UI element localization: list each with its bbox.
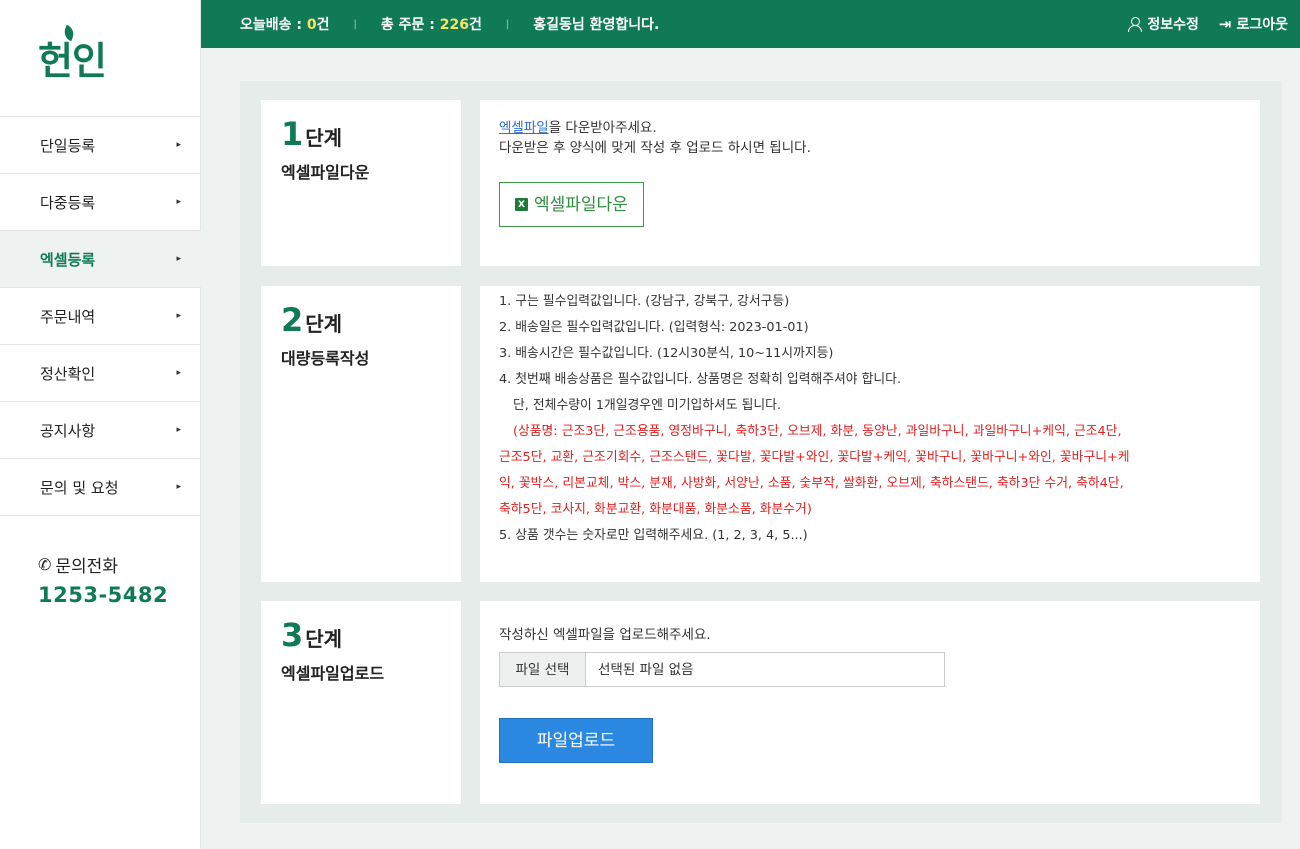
sidebar-item-inquiry[interactable]: 문의 및 요청 ▸: [0, 459, 201, 516]
sidebar-item-settlement[interactable]: 정산확인 ▸: [0, 345, 201, 402]
main-content: 1 단계 엑셀파일다운 엑셀파일을 다운받아주세요. 다운받은 후 양식에 맞게…: [240, 81, 1282, 823]
sidebar-item-label: 문의 및 요청: [40, 478, 119, 497]
excel-download-label: 엑셀파일다운: [534, 194, 628, 215]
sidebar-item-order-history[interactable]: 주문내역 ▸: [0, 288, 201, 345]
note-3: 3. 배송시간은 필수값입니다. (12시30분식, 10~11시까지등): [499, 346, 834, 361]
excel-file-link[interactable]: 엑셀파일: [499, 120, 549, 136]
note-4-sub: 단, 전체수량이 1개일경우엔 미기입하셔도 됩니다.: [513, 398, 782, 413]
top-actions: 정보수정 ⇥ 로그아웃: [1128, 0, 1288, 48]
total-orders-label: 총 주문 :: [380, 17, 440, 33]
sidebar-item-label: 엑셀등록: [40, 250, 96, 269]
chevron-right-icon: ▸: [176, 368, 181, 378]
step2-heading-box: 2 단계 대량등록작성: [261, 286, 461, 582]
sidebar-item-multi-register[interactable]: 다중등록 ▸: [0, 174, 201, 231]
file-input[interactable]: 파일 선택 선택된 파일 없음: [499, 652, 945, 687]
step3-word: 단계: [305, 627, 343, 651]
file-upload-button[interactable]: 파일업로드: [499, 718, 653, 763]
user-icon: [1128, 17, 1143, 32]
today-delivery-value: 0: [306, 17, 317, 33]
sidebar-item-notice[interactable]: 공지사항 ▸: [0, 402, 201, 459]
sidebar: 헌인 단일등록 ▸ 다중등록 ▸ 엑셀등록 ▸ 주문내역 ▸ 정산확인 ▸ 공지…: [0, 0, 201, 849]
sidebar-item-label: 공지사항: [40, 421, 96, 440]
contact-number: 1253-5482: [38, 583, 169, 607]
step3-content: 작성하신 엑셀파일을 업로드해주세요. 파일 선택 선택된 파일 없음 파일업로…: [480, 601, 1260, 804]
product-list-line1: (상품명: 근조3단, 근조용품, 영정바구니, 축하3단, 오브제, 화분, …: [513, 424, 1122, 439]
excel-icon: X: [515, 198, 528, 211]
step3-number: 3: [281, 616, 304, 654]
chevron-right-icon: ▸: [176, 311, 181, 321]
top-stats: 오늘배송 : 0건 | 총 주문 : 226건 | 홍길동님 환영합니다.: [240, 14, 659, 34]
file-status: 선택된 파일 없음: [598, 661, 694, 678]
note-4: 4. 첫번째 배송상품은 필수값입니다. 상품명은 정확히 입력해주셔야 합니다…: [499, 372, 902, 387]
phone-icon: ✆: [38, 555, 52, 574]
sidebar-item-single-register[interactable]: 단일등록 ▸: [0, 117, 201, 174]
product-list-line3: 익, 꽃박스, 리본교체, 박스, 분재, 사방화, 서양난, 소품, 숯부작,…: [499, 476, 1124, 491]
divider: |: [353, 18, 357, 30]
today-delivery: 오늘배송 : 0건: [240, 14, 330, 34]
chevron-right-icon: ▸: [176, 482, 181, 492]
step2-row: 2 단계 대량등록작성 1. 구는 필수입력값입니다. (강남구, 강북구, 강…: [261, 286, 1260, 582]
sidebar-item-label: 정산확인: [40, 364, 96, 383]
step2-word: 단계: [305, 312, 343, 336]
chevron-right-icon: ▸: [176, 425, 181, 435]
logout-button[interactable]: ⇥ 로그아웃: [1219, 14, 1288, 34]
today-delivery-unit: 건: [316, 17, 330, 33]
welcome-message: 홍길동님 환영합니다.: [533, 17, 660, 33]
product-list-line2: 근조5단, 교환, 근조기회수, 근조스탠드, 꽃다발, 꽃다발+와인, 꽃다발…: [499, 450, 1130, 465]
step3-title: 엑셀파일업로드: [281, 664, 385, 683]
contact-info: ✆ 문의전화 1253-5482: [38, 552, 168, 607]
excel-download-button[interactable]: X 엑셀파일다운: [499, 182, 644, 227]
sidebar-item-label: 단일등록: [40, 136, 96, 155]
note-2: 2. 배송일은 필수입력값입니다. (입력형식: 2023-01-01): [499, 320, 809, 335]
contact-label: 문의전화: [55, 557, 118, 577]
step1-row: 1 단계 엑셀파일다운 엑셀파일을 다운받아주세요. 다운받은 후 양식에 맞게…: [261, 100, 1260, 266]
sidebar-item-label: 다중등록: [40, 193, 96, 212]
edit-profile-button[interactable]: 정보수정: [1128, 14, 1199, 34]
upload-instruction: 작성하신 엑셀파일을 업로드해주세요.: [499, 627, 711, 643]
file-select-button[interactable]: 파일 선택: [500, 653, 586, 686]
step1-heading-box: 1 단계 엑셀파일다운: [261, 100, 461, 266]
step3-heading-box: 3 단계 엑셀파일업로드: [261, 601, 461, 804]
logout-icon: ⇥: [1218, 15, 1232, 33]
edit-profile-label: 정보수정: [1147, 17, 1199, 33]
note-5: 5. 상품 갯수는 숫자로만 입력해주세요. (1, 2, 3, 4, 5...…: [499, 528, 808, 543]
step1-content: 엑셀파일을 다운받아주세요. 다운받은 후 양식에 맞게 작성 후 업로드 하시…: [480, 100, 1260, 266]
total-orders-unit: 건: [469, 17, 482, 33]
step2-title: 대량등록작성: [281, 349, 370, 368]
chevron-right-icon: ▸: [176, 254, 181, 264]
total-orders-value: 226: [439, 17, 469, 33]
today-delivery-label: 오늘배송 :: [240, 17, 307, 33]
step2-number: 2: [281, 301, 304, 339]
topbar: 오늘배송 : 0건 | 총 주문 : 226건 | 홍길동님 환영합니다. 정보…: [201, 0, 1300, 48]
step1-line2-text: 다운받은 후 양식에 맞게 작성 후 업로드 하시면 됩니다.: [499, 140, 811, 156]
divider: |: [505, 18, 510, 30]
chevron-right-icon: ▸: [176, 197, 181, 207]
product-list-line4: 축하5단, 코사지, 화분교환, 화분대품, 화분소품, 화분수거): [499, 502, 812, 517]
step1-line1-text: 을 다운받아주세요.: [548, 120, 657, 136]
step1-word: 단계: [305, 126, 343, 150]
sidebar-item-excel-register[interactable]: 엑셀등록 ▸: [0, 231, 201, 288]
note-1: 1. 구는 필수입력값입니다. (강남구, 강북구, 강서구등): [499, 294, 790, 309]
step1-title: 엑셀파일다운: [281, 163, 370, 182]
chevron-right-icon: ▸: [176, 140, 181, 150]
sidebar-item-label: 주문내역: [40, 307, 96, 326]
step1-number: 1: [281, 115, 304, 153]
step3-row: 3 단계 엑셀파일업로드 작성하신 엑셀파일을 업로드해주세요. 파일 선택 선…: [261, 601, 1260, 804]
sidebar-nav: 단일등록 ▸ 다중등록 ▸ 엑셀등록 ▸ 주문내역 ▸ 정산확인 ▸ 공지사항 …: [0, 116, 201, 516]
total-orders: 총 주문 : 226건: [381, 14, 482, 34]
step2-content: 1. 구는 필수입력값입니다. (강남구, 강북구, 강서구등) 2. 배송일은…: [480, 286, 1260, 582]
logout-label: 로그아웃: [1236, 17, 1288, 33]
